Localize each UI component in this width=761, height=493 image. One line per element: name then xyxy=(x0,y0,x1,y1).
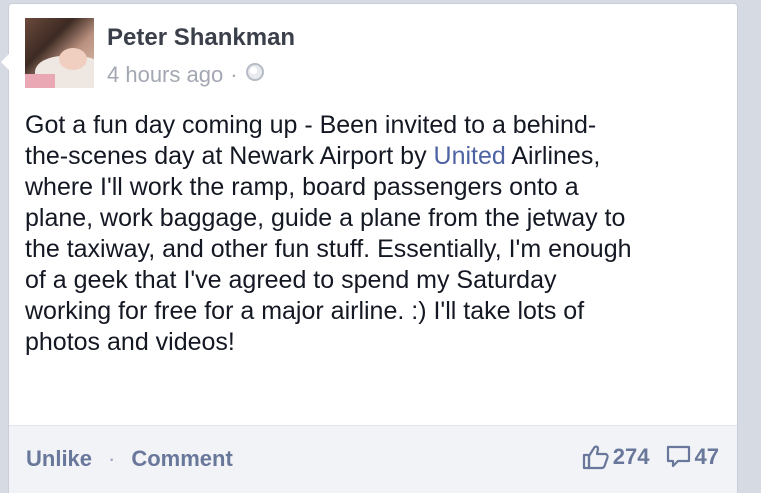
comment-button[interactable]: Comment xyxy=(131,446,232,472)
action-separator: · xyxy=(108,446,116,471)
unlike-button[interactable]: Unlike xyxy=(26,446,92,472)
post-meta: 4 hours ago · xyxy=(107,62,264,88)
post-timestamp[interactable]: 4 hours ago xyxy=(107,62,223,88)
page-link-united[interactable]: United xyxy=(434,142,506,170)
post-text-line: plane, work baggage, guide a plane from … xyxy=(25,204,626,232)
card-notch xyxy=(1,54,9,70)
comment-count[interactable]: 47 xyxy=(695,444,719,470)
post-text-line: where I'll work the ramp, board passenge… xyxy=(25,173,579,201)
post-footer: Unlike · Comment 274 47 xyxy=(9,425,737,493)
globe-icon[interactable] xyxy=(245,63,264,81)
post-text-line: photos and videos! xyxy=(25,328,235,356)
post-text-line: working for free for a major airline. :)… xyxy=(25,297,585,325)
post-text-line: of a geek that I've agreed to spend my S… xyxy=(25,266,557,294)
post-card: Peter Shankman 4 hours ago · Got a fun d… xyxy=(1,4,737,493)
post-text-line: Got a fun day coming up - Been invited t… xyxy=(25,111,597,139)
post-counts: 274 47 xyxy=(582,444,719,470)
post-actions: Unlike · Comment xyxy=(26,446,233,472)
avatar[interactable] xyxy=(25,18,94,88)
comment-bubble-icon[interactable] xyxy=(666,444,692,470)
meta-separator: · xyxy=(230,62,238,87)
post-text-line: the-scenes day at Newark Airport by Unit… xyxy=(25,142,601,170)
thumbs-up-icon[interactable] xyxy=(582,444,610,470)
post-text-line: the taxiway, and other fun stuff. Essent… xyxy=(25,235,632,263)
like-count[interactable]: 274 xyxy=(613,444,650,470)
post-text: Got a fun day coming up - Been invited t… xyxy=(25,110,725,358)
author-name[interactable]: Peter Shankman xyxy=(107,24,295,52)
